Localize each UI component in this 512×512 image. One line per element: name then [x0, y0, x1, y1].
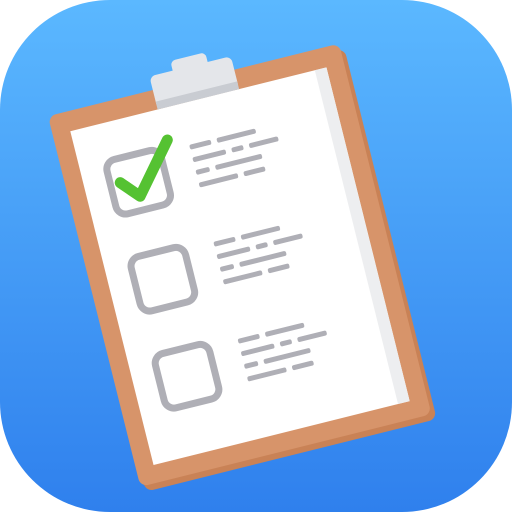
clipboard-checklist-icon: [0, 0, 512, 512]
app-icon[interactable]: [0, 0, 512, 512]
